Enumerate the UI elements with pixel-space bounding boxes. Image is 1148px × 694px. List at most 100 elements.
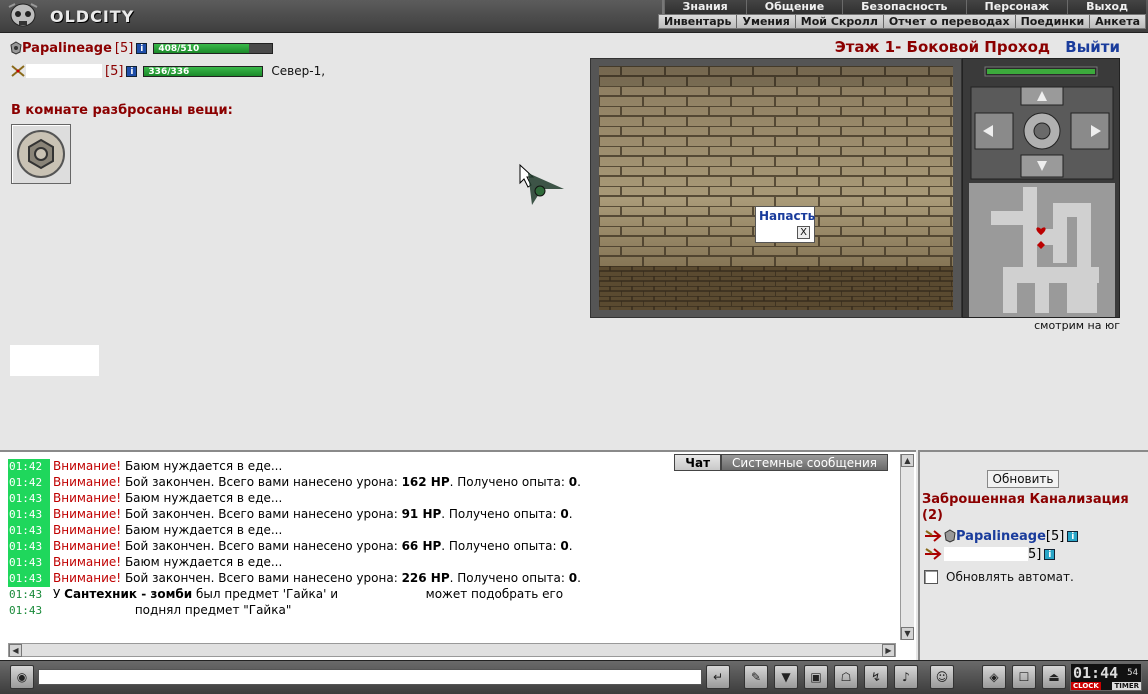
player-name[interactable]: Papalineage	[22, 41, 112, 56]
crossed-swords-icon	[11, 65, 25, 77]
close-popup-button[interactable]: X	[797, 226, 810, 239]
item-nut[interactable]	[11, 124, 71, 184]
attack-arrow-icon	[925, 548, 942, 560]
menu-transfer-report[interactable]: Отчет о переводах	[882, 15, 1015, 28]
companion-location: Север-1,	[271, 64, 326, 78]
chat-timestamp: 01:43	[8, 571, 50, 587]
room-player-level: [5]	[1045, 528, 1065, 544]
location-view	[590, 58, 962, 318]
filter-icon[interactable]: ▼	[774, 665, 798, 689]
menu-inventory[interactable]: Инвентарь	[659, 15, 736, 28]
menu-character[interactable]: Персонаж	[965, 0, 1068, 14]
chat-input[interactable]	[38, 669, 702, 685]
game-window: OLDCITY Знания Общение Безопасность Перс…	[0, 0, 1148, 694]
nut-icon	[17, 130, 65, 178]
experience-value: 0	[560, 507, 569, 521]
hp-bar: 336/336	[143, 65, 264, 77]
warning-prefix: Внимание!	[53, 523, 122, 537]
bag-icon[interactable]: ◈	[982, 665, 1006, 689]
chat-timestamp: 01:43	[9, 588, 43, 601]
scroll-right-icon[interactable]: ▶	[882, 644, 895, 657]
menu-communication[interactable]: Общение	[745, 0, 842, 14]
chat-text: был предмет 'Гайка' и	[192, 587, 342, 601]
clock-mode-button[interactable]: CLOCK	[1071, 682, 1101, 690]
menu-skills[interactable]: Умения	[736, 15, 794, 28]
refresh-button[interactable]: Обновить	[987, 470, 1059, 488]
damage-value: 226 HP	[401, 571, 450, 585]
speaker-icon[interactable]: ◉	[10, 665, 34, 689]
chat-text: . Получено опыта:	[449, 571, 569, 585]
menu-my-scroll[interactable]: Мой Скролл	[794, 15, 883, 28]
run-icon[interactable]: ☖	[834, 665, 858, 689]
chat-timestamp: 01:43	[8, 523, 50, 539]
brick-wall-image	[599, 66, 953, 310]
companion-row: [5] i 336/336 Север-1,	[10, 62, 325, 80]
chat-timestamp: 01:43	[9, 604, 43, 617]
room-name: Заброшенная Канализация (2)	[922, 492, 1129, 523]
chat-line: 01:42 Внимание! Бой закончен. Всего вами …	[8, 474, 898, 491]
chat-text: .	[568, 539, 573, 553]
chat-timestamp: 01:42	[8, 459, 50, 475]
eraser-icon[interactable]: ✎	[744, 665, 768, 689]
scroll-down-icon[interactable]: ▼	[901, 627, 914, 640]
experience-value: 0	[568, 571, 578, 585]
direction-pad[interactable]	[963, 83, 1121, 183]
top-bar: OLDCITY Знания Общение Безопасность Перс…	[0, 0, 1148, 33]
scroll-up-icon[interactable]: ▲	[901, 454, 914, 467]
enter-icon[interactable]: ↵	[706, 665, 730, 689]
menu-exit[interactable]: Выход	[1067, 0, 1146, 14]
scroll-left-icon[interactable]: ◀	[9, 644, 22, 657]
damage-value: 91 HP	[401, 507, 442, 521]
menu-knowledge[interactable]: Знания	[663, 0, 746, 14]
player-level: [5]	[114, 40, 134, 56]
chat-line: 01:43 Внимание! Бой закончен. Всего вами …	[8, 570, 898, 587]
info-icon[interactable]: i	[136, 42, 148, 54]
brand-text: OLDCITY	[50, 6, 135, 26]
chat-panel: Чат Системные сообщения 01:42 Внимание! Б…	[0, 450, 916, 660]
pvp-icon[interactable]: ↯	[864, 665, 888, 689]
menu-duels[interactable]: Поединки	[1014, 15, 1090, 28]
clock-seconds: 54	[1127, 668, 1138, 678]
chat-vertical-scrollbar[interactable]: ▲ ▼	[900, 454, 914, 640]
mob-name[interactable]: Сантехник - зомби	[64, 587, 192, 601]
chat-line: 01:43 поднял предмет "Гайка"	[8, 602, 898, 618]
smile-icon[interactable]: ☺	[930, 665, 954, 689]
attack-button[interactable]: Напасть	[759, 209, 815, 223]
chat-timestamp: 01:43	[8, 491, 50, 507]
warning-prefix: Внимание!	[53, 491, 122, 505]
hp-bar: 408/510	[153, 42, 274, 54]
chat-text: поднял предмет "Гайка"	[134, 603, 292, 617]
chat-text: У	[53, 587, 65, 601]
minimap	[969, 183, 1115, 317]
room-player-name[interactable]: Papalineage	[956, 529, 1046, 544]
save-icon[interactable]: ▣	[804, 665, 828, 689]
menu-security[interactable]: Безопасность	[842, 0, 965, 14]
sound-icon[interactable]: ♪	[894, 665, 918, 689]
attack-popup: Напасть X	[755, 206, 815, 243]
info-icon[interactable]: i	[126, 65, 138, 77]
blank-panel	[10, 345, 99, 376]
chat-line: 01:43 У Сантехник - зомби был предмет 'Га…	[8, 586, 898, 602]
hp-text: 408/510	[158, 43, 200, 54]
timer-mode-button[interactable]: TIMER	[1112, 682, 1141, 690]
lock-icon[interactable]: ☐	[1012, 665, 1036, 689]
chat-text: .	[577, 571, 581, 585]
exit-icon[interactable]: ⏏	[1042, 665, 1066, 689]
chat-timestamp: 01:42	[8, 475, 50, 491]
exit-link[interactable]: Выйти	[1065, 38, 1120, 56]
chat-text: Баюм нуждается в еде...	[124, 491, 283, 505]
info-icon[interactable]: i	[1044, 548, 1056, 560]
chat-horizontal-scrollbar[interactable]: ◀ ▶	[8, 643, 896, 657]
experience-value: 0	[568, 475, 578, 489]
room-player[interactable]: Papalineage [5] i	[924, 528, 1079, 544]
clan-icon	[10, 41, 22, 55]
chat-line: 01:43 Внимание! Баюм нуждается в еде...	[8, 554, 898, 571]
checkbox[interactable]	[924, 570, 938, 584]
info-icon[interactable]: i	[1067, 530, 1079, 542]
redacted-name	[53, 603, 131, 618]
room-panel: Обновить Заброшенная Канализация (2) Pap…	[918, 450, 1148, 660]
room-player[interactable]: 5] i	[924, 546, 1056, 562]
menu-profile[interactable]: Анкета	[1089, 15, 1145, 28]
room-player-level: 5]	[1028, 546, 1042, 562]
auto-refresh-checkbox[interactable]: Обновлять автомат.	[924, 570, 1074, 584]
